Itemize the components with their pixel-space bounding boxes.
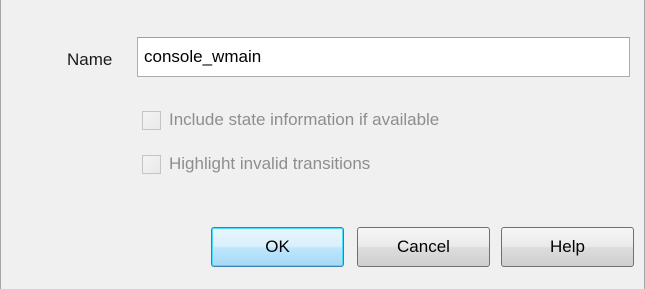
ok-button[interactable]: OK — [211, 227, 344, 267]
include-state-label: Include state information if available — [169, 110, 440, 129]
help-button[interactable]: Help — [501, 227, 634, 267]
name-input[interactable] — [137, 37, 630, 77]
highlight-invalid-option[interactable]: Highlight invalid transitions — [142, 153, 370, 175]
highlight-invalid-checkbox[interactable] — [142, 154, 161, 174]
name-label: Name — [67, 50, 113, 69]
dialog: Name Include state information if availa… — [0, 0, 645, 289]
include-state-option[interactable]: Include state information if available — [142, 109, 439, 131]
cancel-button[interactable]: Cancel — [357, 227, 490, 267]
include-state-checkbox[interactable] — [142, 110, 161, 130]
highlight-invalid-label: Highlight invalid transitions — [169, 154, 371, 173]
